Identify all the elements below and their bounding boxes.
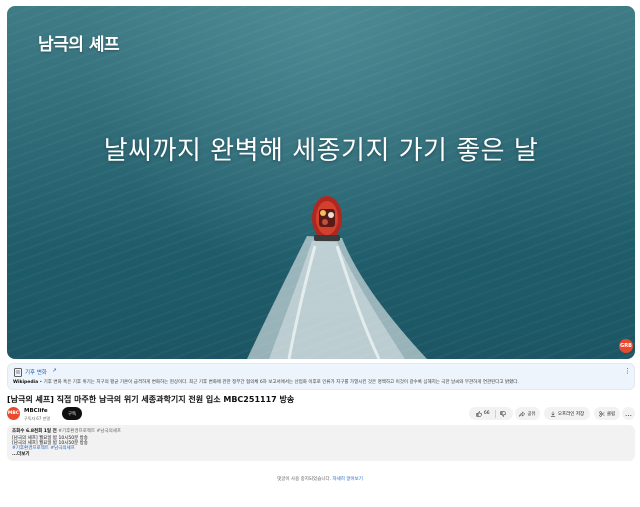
document-icon <box>14 368 22 377</box>
boat-image <box>312 196 342 241</box>
info-panel-title[interactable]: 기후 변화 <box>25 368 47 376</box>
share-icon <box>519 410 526 417</box>
info-more-icon[interactable]: ⋮ <box>624 367 631 375</box>
external-link-icon[interactable]: ↗ <box>52 368 57 374</box>
broadcaster-watermark: GRB <box>619 339 633 353</box>
thumbs-down-icon[interactable] <box>500 410 506 417</box>
more-actions-button[interactable]: … <box>622 407 635 420</box>
offline-save-button[interactable]: 오프라인 저장 <box>544 407 590 420</box>
comments-disabled-notice: 댓글이 사용 중지되었습니다. 자세히 알아보기 <box>0 476 640 482</box>
like-count: 66 <box>483 411 490 416</box>
stats-hashtags: #기후환경프로젝트 #남극의셰프 <box>56 429 122 434</box>
download-icon <box>550 411 555 417</box>
offline-save-label: 오프라인 저장 <box>557 411 585 417</box>
video-subtitle-caption: 날씨까지 완벽해 세종기지 가기 좋은 날 <box>103 136 539 166</box>
channel-avatar[interactable]: MBC <box>7 407 20 420</box>
share-label: 공유 <box>527 411 536 417</box>
info-source[interactable]: Wikipedia <box>13 380 38 385</box>
info-panel-text: Wikipedia • 기후 변화 혹은 기후 위기는 지구의 평균 기온이 급… <box>13 379 519 385</box>
view-stats: 조회수 6.8천회 1일 전 #기후환경프로젝트 #남극의셰프 <box>12 428 121 434</box>
show-more-button[interactable]: ...더보기 <box>12 451 30 457</box>
share-button[interactable]: 공유 <box>515 407 540 420</box>
scissors-icon <box>599 410 605 417</box>
learn-more-link[interactable]: 자세히 알아보기 <box>333 477 363 482</box>
info-description: • 기후 변화 혹은 기후 위기는 지구의 평균 기온이 급격하게 변화하는 현… <box>38 380 519 385</box>
clip-button[interactable]: 클립 <box>594 407 620 420</box>
description-box[interactable]: 조회수 6.8천회 1일 전 #기후환경프로젝트 #남극의셰프 [남극의 셰프]… <box>7 425 635 461</box>
comments-disabled-text: 댓글이 사용 중지되었습니다. <box>277 477 332 482</box>
thumbs-up-icon <box>476 410 482 417</box>
subscriber-count: 구독자 67 만명 <box>24 416 51 421</box>
like-button[interactable]: 66 <box>476 410 490 417</box>
show-logo: 남극의 셰프 <box>38 35 120 55</box>
info-panel: 기후 변화 ↗ Wikipedia • 기후 변화 혹은 기후 위기는 지구의 … <box>7 363 635 390</box>
clip-label: 클립 <box>606 411 616 417</box>
like-dislike-group: 66 <box>469 407 513 420</box>
subscribe-button[interactable]: 구독 <box>62 407 82 420</box>
view-count-date: 조회수 6.8천회 1일 전 <box>12 429 57 434</box>
video-player[interactable]: 남극의 셰프 날씨까지 완벽해 세종기지 가기 좋은 날 GRB <box>7 6 635 359</box>
channel-name[interactable]: MBClife <box>24 408 48 414</box>
like-divider <box>494 409 496 418</box>
boat-wake <box>247 236 427 359</box>
video-title: [남극의 셰프] 직접 마주한 남극의 위기 세종과학기지 전원 입소 MBC2… <box>7 395 295 404</box>
